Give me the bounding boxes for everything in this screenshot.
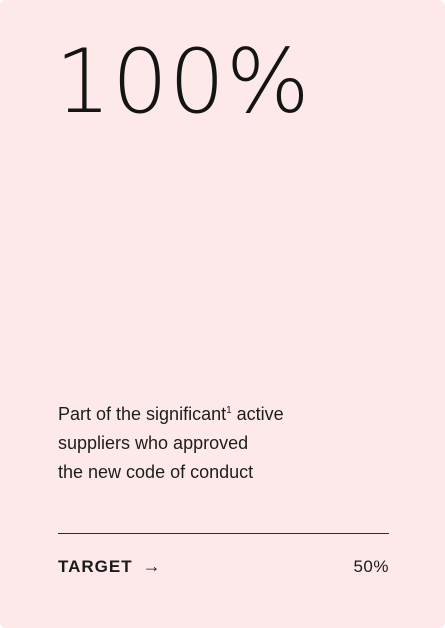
arrow-right-icon: → [142,556,162,576]
divider [58,533,389,534]
description-line1-suffix: active [231,404,284,424]
target-link[interactable]: TARGET → [58,556,162,577]
description-line1-prefix: Part of the significant [58,404,227,424]
target-value: 50% [353,556,389,576]
target-row: TARGET → 50% [58,556,389,577]
stat-card: 100% Part of the significant1 active supp… [0,0,445,628]
description-line3: the new code of conduct [58,461,254,482]
description-line2: suppliers who approved [58,432,249,453]
target-label: TARGET [58,556,133,576]
stat-description: Part of the significant1 active suppliers… [58,400,358,486]
stat-value: 100% [55,30,311,133]
